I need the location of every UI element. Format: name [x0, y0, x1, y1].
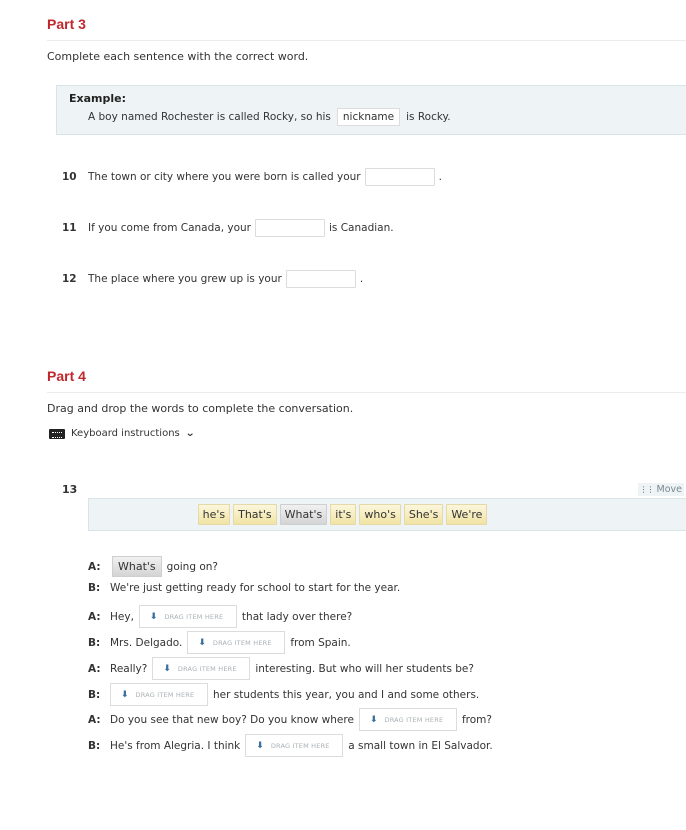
download-arrow-icon: ⬇	[149, 611, 158, 622]
drop-zone-placeholder: DRAG ITEM HERE	[384, 715, 444, 724]
question-text-after: .	[438, 171, 442, 183]
drop-zone-placeholder: DRAG ITEM HERE	[270, 741, 330, 750]
part3-divider	[47, 40, 686, 41]
speaker-label: B:	[88, 636, 101, 649]
drag-handle-icon: ⋮⋮	[639, 485, 655, 494]
question-11: 11 If you come from Canada, your is Cana…	[62, 219, 394, 237]
speaker-label: A:	[88, 560, 101, 573]
word-tile[interactable]: who's	[359, 504, 401, 525]
speaker-label: A:	[88, 713, 101, 726]
chevron-down-icon: ⌄	[184, 428, 195, 439]
question-number: 12	[62, 273, 77, 285]
dialog-text-after: going on?	[166, 560, 218, 573]
dialog-text-before: Really?	[110, 662, 148, 675]
drop-zone[interactable]: ⬇ DRAG ITEM HERE	[245, 734, 344, 757]
download-arrow-icon: ⬇	[256, 740, 264, 751]
dialog-text-before: Mrs. Delgado.	[110, 636, 183, 649]
word-tile[interactable]: That's	[233, 504, 277, 525]
dialog-text: We're just getting ready for school to s…	[110, 582, 401, 594]
word-tile[interactable]: it's	[330, 504, 357, 525]
dialog-line: A: Do you see that new boy? Do you know …	[88, 708, 492, 731]
speaker-label: B:	[88, 688, 101, 701]
question-12: 12 The place where you grew up is your .	[62, 270, 363, 288]
part4-instruction: Drag and drop the words to complete the …	[47, 402, 354, 415]
dialog-text-before: He's from Alegria. I think	[110, 739, 241, 752]
dialog-text-after: from?	[461, 713, 492, 726]
dialog-text-before: Hey,	[110, 610, 134, 623]
part3-title: Part 3	[47, 16, 86, 32]
dialog-text-after: a small town in El Salvador.	[348, 739, 493, 752]
drop-zone-placeholder: DRAG ITEM HERE	[177, 664, 237, 673]
part4-title: Part 4	[47, 368, 86, 384]
word-tile[interactable]: he's	[197, 504, 231, 525]
dialog-line: A: What's going on?	[88, 556, 218, 577]
dialog-line: B: He's from Alegria. I think ⬇ DRAG ITE…	[88, 734, 493, 757]
question-text-before: If you come from Canada, your	[88, 222, 251, 234]
keyboard-instructions-label: Keyboard instructions	[71, 428, 180, 439]
example-box: Example: A boy named Rochester is called…	[56, 85, 686, 135]
dialog-line: B: ⬇ DRAG ITEM HERE her students this ye…	[88, 683, 479, 706]
question-text-before: The town or city where you were born is …	[88, 171, 361, 183]
word-tile[interactable]: What's	[279, 504, 328, 525]
dropped-word[interactable]: What's	[112, 556, 162, 577]
dialog-text-after: interesting. But who will her students b…	[255, 662, 474, 675]
dialog-text-after: from Spain.	[290, 636, 351, 649]
example-text-before: A boy named Rochester is called Rocky, s…	[88, 111, 331, 123]
example-text-after: is Rocky.	[406, 111, 451, 123]
question-10: 10 The town or city where you were born …	[62, 168, 442, 186]
question-number: 13	[62, 483, 78, 496]
drop-zone-placeholder: DRAG ITEM HERE	[164, 612, 224, 621]
keyboard-instructions-toggle[interactable]: Keyboard instructions ⌄	[49, 428, 195, 439]
drop-zone-placeholder: DRAG ITEM HERE	[135, 690, 195, 699]
drop-zone[interactable]: ⬇ DRAG ITEM HERE	[138, 605, 237, 628]
answer-input-11[interactable]	[255, 219, 325, 237]
download-arrow-icon: ⬇	[369, 714, 378, 725]
drop-zone-placeholder: DRAG ITEM HERE	[212, 638, 272, 647]
dialog-line: B: Mrs. Delgado. ⬇ DRAG ITEM HERE from S…	[88, 631, 351, 654]
word-tile[interactable]: We're	[446, 504, 488, 525]
answer-input-12[interactable]	[285, 270, 356, 288]
download-arrow-icon: ⬇	[198, 637, 206, 648]
download-arrow-icon: ⬇	[163, 663, 171, 674]
dialog-text-after: that lady over there?	[241, 610, 353, 623]
word-bank: he's That's What's it's who's She's We'r…	[88, 498, 686, 531]
drop-zone[interactable]: ⬇ DRAG ITEM HERE	[187, 631, 286, 654]
speaker-label: B:	[88, 582, 101, 594]
speaker-label: A:	[88, 662, 101, 675]
move-label: Move	[656, 484, 682, 495]
dialog-text-after: her students this year, you and I and so…	[213, 688, 480, 701]
example-label: Example:	[69, 92, 126, 105]
drop-zone[interactable]: ⬇ DRAG ITEM HERE	[152, 657, 251, 680]
question-text-before: The place where you grew up is your	[88, 273, 282, 285]
drop-zone[interactable]: ⬇ DRAG ITEM HERE	[110, 683, 208, 706]
keyboard-icon	[49, 428, 65, 439]
answer-input-10[interactable]	[364, 168, 435, 186]
dialog-line: A: Hey, ⬇ DRAG ITEM HERE that lady over …	[88, 605, 352, 628]
part3-instruction: Complete each sentence with the correct …	[47, 50, 309, 63]
question-text-after: is Canadian.	[329, 222, 394, 234]
speaker-label: B:	[88, 739, 101, 752]
question-number: 11	[62, 222, 77, 234]
dialog-text-before: Do you see that new boy? Do you know whe…	[110, 713, 354, 726]
question-number: 10	[62, 171, 77, 183]
dialog-line: A: Really? ⬇ DRAG ITEM HERE interesting.…	[88, 657, 474, 680]
example-answer: nickname	[336, 108, 401, 126]
part4-divider	[47, 392, 686, 393]
download-arrow-icon: ⬇	[121, 689, 129, 700]
word-tile[interactable]: She's	[403, 504, 444, 525]
speaker-label: A:	[88, 610, 101, 623]
example-sentence: A boy named Rochester is called Rocky, s…	[88, 108, 451, 126]
drop-zone[interactable]: ⬇ DRAG ITEM HERE	[358, 708, 457, 731]
dialog-line: B: We're just getting ready for school t…	[88, 582, 400, 594]
move-handle[interactable]: ⋮⋮ Move	[637, 483, 684, 496]
question-text-after: .	[359, 273, 364, 285]
